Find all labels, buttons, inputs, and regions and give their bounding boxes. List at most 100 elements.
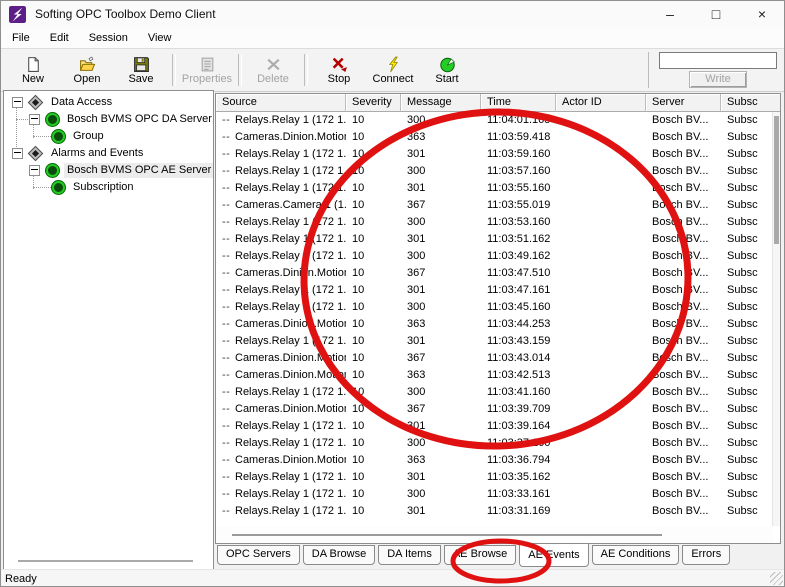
table-row[interactable]: --Relays.Relay 1 (172 1... 10 301 11:03:… <box>216 180 773 197</box>
tree-item-data-access[interactable]: Data Access <box>4 94 213 111</box>
cell-message: 300 <box>401 299 481 316</box>
tree-item-label[interactable]: Group <box>70 129 107 144</box>
menu-edit[interactable]: Edit <box>40 30 79 46</box>
cell-server: Bosch BV... <box>646 486 721 503</box>
table-row[interactable]: --Cameras.Camera 1 (1... 10 367 11:03:55… <box>216 197 773 214</box>
tree-item-group[interactable]: Group <box>4 128 213 145</box>
column-header-severity[interactable]: Severity <box>346 94 401 112</box>
table-row[interactable]: --Cameras.Dinion.Motion 10 367 11:03:39.… <box>216 401 773 418</box>
tree-item-ae-server[interactable]: Bosch BVMS OPC AE Server <box>4 162 213 179</box>
tab-ae-conditions[interactable]: AE Conditions <box>592 545 680 565</box>
table-row[interactable]: --Relays.Relay 1 (172 1... 10 301 11:03:… <box>216 333 773 350</box>
tree-item-label[interactable]: Bosch BVMS OPC DA Server <box>64 112 214 127</box>
save-floppy-icon <box>133 56 150 73</box>
column-header-message[interactable]: Message <box>401 94 481 112</box>
write-value-input[interactable] <box>659 52 777 69</box>
connect-button[interactable]: Connect <box>366 51 420 89</box>
tree-item-label[interactable]: Subscription <box>70 180 137 195</box>
stop-button[interactable]: Stop <box>312 51 366 89</box>
column-header-server[interactable]: Server <box>646 94 721 112</box>
table-row[interactable]: --Relays.Relay 1 (172 1... 10 300 11:03:… <box>216 248 773 265</box>
table-row[interactable]: --Cameras.Dinion.Motion 10 363 11:03:44.… <box>216 316 773 333</box>
table-row[interactable]: --Relays.Relay 1 (172 1... 10 300 11:04:… <box>216 112 773 129</box>
cell-severity: 10 <box>346 248 401 265</box>
table-row[interactable]: --Relays.Relay 1 (172 1... 10 300 11:03:… <box>216 214 773 231</box>
table-row[interactable]: --Relays.Relay 1 (172 1... 10 300 11:03:… <box>216 299 773 316</box>
menu-file[interactable]: File <box>2 30 40 46</box>
cell-severity: 10 <box>346 112 401 129</box>
tab-opc-servers[interactable]: OPC Servers <box>217 545 300 565</box>
table-row[interactable]: --Relays.Relay 1 (172 1... 10 301 11:03:… <box>216 282 773 299</box>
minimize-button[interactable]: – <box>647 0 693 28</box>
menu-session[interactable]: Session <box>79 30 138 46</box>
vertical-scrollbar-thumb[interactable] <box>774 116 779 244</box>
table-row[interactable]: --Cameras.Dinion.Motion 10 367 11:03:47.… <box>216 265 773 282</box>
table-row[interactable]: --Relays.Relay 1 (172 1... 10 300 11:03:… <box>216 486 773 503</box>
column-header-actor-id[interactable]: Actor ID <box>556 94 646 112</box>
tree-item-label[interactable]: Alarms and Events <box>48 146 146 161</box>
toolbar-separator <box>172 54 176 86</box>
tree-item-subscription[interactable]: Subscription <box>4 179 213 196</box>
table-row[interactable]: --Relays.Relay 1 (172 1... 10 300 11:03:… <box>216 435 773 452</box>
column-header-time[interactable]: Time <box>481 94 556 112</box>
tab-errors[interactable]: Errors <box>682 545 730 565</box>
tab-da-items[interactable]: DA Items <box>378 545 441 565</box>
table-row[interactable]: --Relays.Relay 1 (172 1... 10 301 11:03:… <box>216 469 773 486</box>
tab-ae-events[interactable]: AE Events <box>519 543 588 567</box>
event-dash-icon: -- <box>222 418 235 435</box>
table-row[interactable]: --Relays.Relay 1 (172 1... 10 301 11:03:… <box>216 503 773 520</box>
save-button[interactable]: Save <box>114 51 168 89</box>
menu-view[interactable]: View <box>138 30 182 46</box>
collapse-minus-icon[interactable] <box>12 97 23 108</box>
table-row[interactable]: --Cameras.Dinion.Motion 10 363 11:03:59.… <box>216 129 773 146</box>
cell-actor-id <box>556 350 646 367</box>
tree-item-label[interactable]: Bosch BVMS OPC AE Server <box>64 163 214 178</box>
softing-logo-icon <box>9 6 26 23</box>
session-tree: Data Access Bosch BVMS OPC DA Server Gro… <box>4 94 213 196</box>
table-row[interactable]: --Cameras.Dinion.Motion 10 363 11:03:42.… <box>216 367 773 384</box>
start-button[interactable]: Start <box>420 51 474 89</box>
table-row[interactable]: --Relays.Relay 1 (172 1... 10 300 11:03:… <box>216 163 773 180</box>
tree-item-alarms-events[interactable]: Alarms and Events <box>4 145 213 162</box>
table-row[interactable]: --Relays.Relay 1 (172 1... 10 301 11:03:… <box>216 418 773 435</box>
cell-subscription: Subsc <box>721 418 773 435</box>
cell-source: --Cameras.Dinion.Motion <box>216 452 346 469</box>
event-list-header: Source Severity Message Time Actor ID Se… <box>216 94 780 112</box>
event-dash-icon: -- <box>222 299 235 316</box>
column-header-source[interactable]: Source <box>216 94 346 112</box>
maximize-button[interactable]: □ <box>693 0 739 28</box>
event-dash-icon: -- <box>222 214 235 231</box>
collapse-minus-icon[interactable] <box>29 165 40 176</box>
cell-severity: 10 <box>346 180 401 197</box>
open-button[interactable]: Open <box>60 51 114 89</box>
toolbar-separator <box>304 54 308 86</box>
table-row[interactable]: --Relays.Relay 1 (172 1... 10 301 11:03:… <box>216 231 773 248</box>
write-button[interactable]: Write <box>689 71 747 88</box>
cell-subscription: Subsc <box>721 197 773 214</box>
cell-source: --Cameras.Dinion.Motion <box>216 350 346 367</box>
properties-button[interactable]: Properties <box>180 51 234 89</box>
collapse-minus-icon[interactable] <box>12 148 23 159</box>
horizontal-scrollbar-thumb[interactable] <box>232 534 662 536</box>
cell-subscription: Subsc <box>721 214 773 231</box>
status-text: Ready <box>5 573 37 585</box>
tab-da-browse[interactable]: DA Browse <box>303 545 375 565</box>
table-row[interactable]: --Cameras.Dinion.Motion 10 367 11:03:43.… <box>216 350 773 367</box>
resize-grip-icon[interactable] <box>770 572 783 585</box>
tree-horizontal-scrollbar[interactable] <box>18 560 193 562</box>
table-row[interactable]: --Relays.Relay 1 (172 1... 10 301 11:03:… <box>216 146 773 163</box>
new-button[interactable]: New <box>6 51 60 89</box>
tree-item-da-server[interactable]: Bosch BVMS OPC DA Server <box>4 111 213 128</box>
cell-server: Bosch BV... <box>646 231 721 248</box>
vertical-scrollbar[interactable] <box>772 112 780 526</box>
horizontal-scrollbar[interactable] <box>216 526 773 543</box>
close-button[interactable]: × <box>739 0 785 28</box>
table-row[interactable]: --Cameras.Dinion.Motion 10 363 11:03:36.… <box>216 452 773 469</box>
tab-ae-browse[interactable]: AE Browse <box>444 545 516 565</box>
tree-item-label[interactable]: Data Access <box>48 95 115 110</box>
collapse-minus-icon[interactable] <box>29 114 40 125</box>
delete-button[interactable]: Delete <box>246 51 300 89</box>
cell-subscription: Subsc <box>721 384 773 401</box>
column-header-subscription[interactable]: Subsc <box>721 94 780 112</box>
table-row[interactable]: --Relays.Relay 1 (172 1... 10 300 11:03:… <box>216 384 773 401</box>
